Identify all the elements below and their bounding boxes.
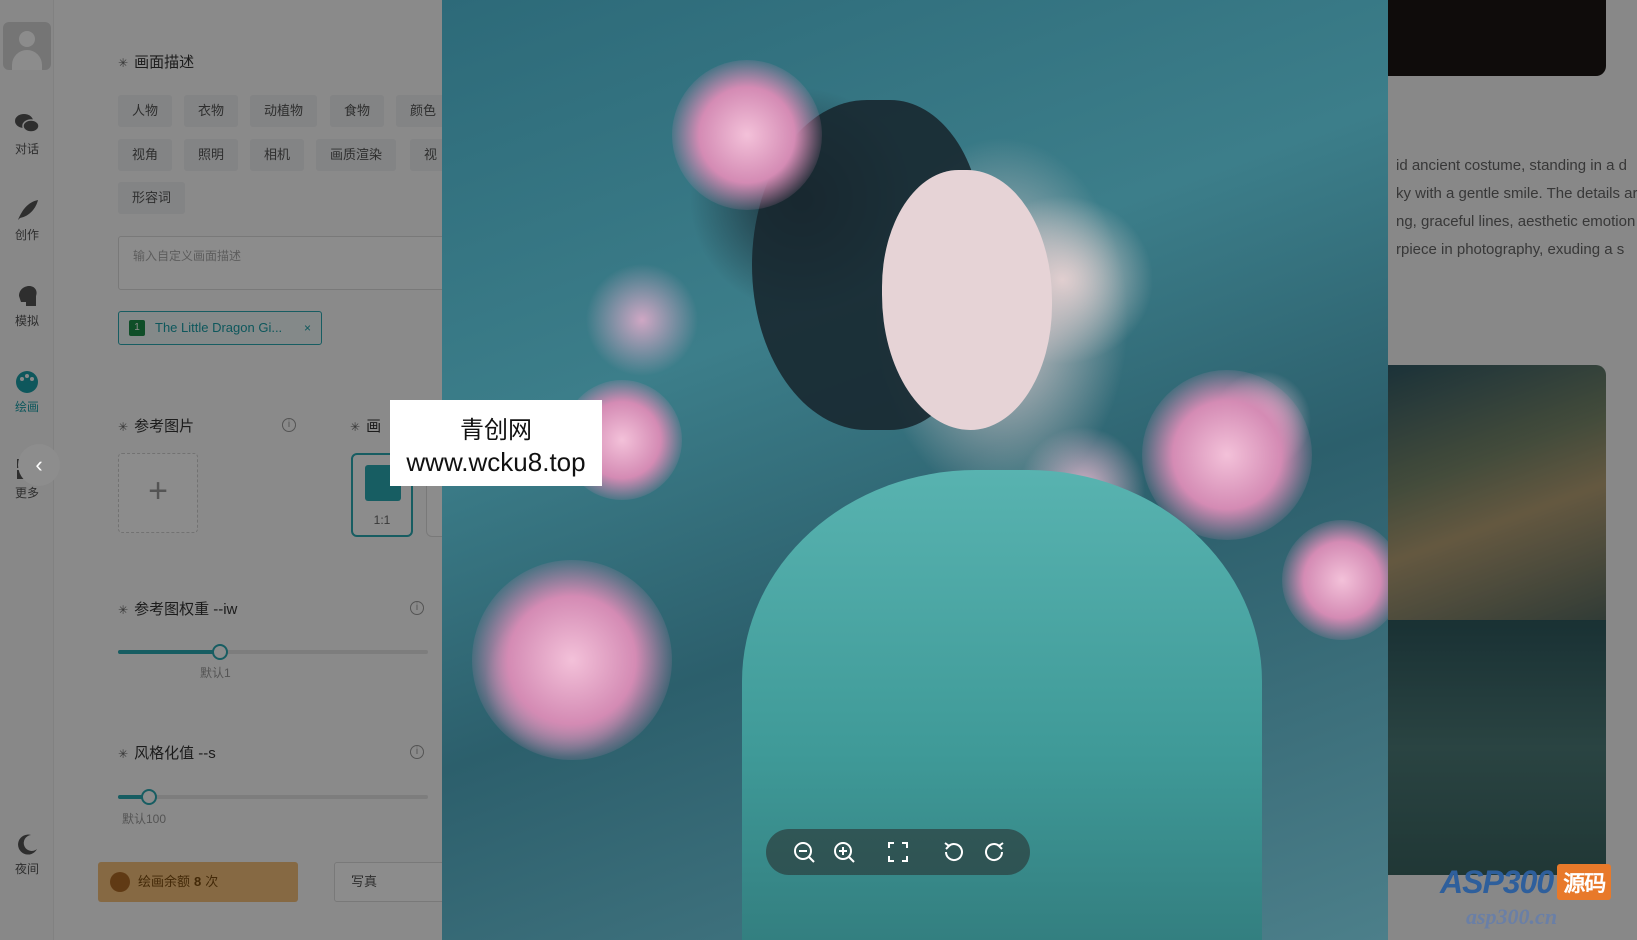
preview-toolbar bbox=[766, 829, 1030, 875]
collapse-panel-button[interactable]: ‹ bbox=[18, 444, 60, 486]
fullscreen-button[interactable] bbox=[886, 840, 910, 864]
watermark-line: 青创网 bbox=[460, 416, 532, 444]
zoom-in-button[interactable] bbox=[832, 840, 856, 864]
chevron-left-icon: ‹ bbox=[35, 452, 43, 477]
rotate-right-icon bbox=[985, 842, 1004, 861]
zoom-out-icon bbox=[794, 842, 815, 863]
watermark-line: www.wcku8.top bbox=[406, 447, 586, 477]
image-region bbox=[1282, 520, 1388, 640]
image-region bbox=[472, 560, 672, 760]
image-region bbox=[672, 60, 822, 210]
zoom-in-icon bbox=[834, 842, 855, 863]
corner-watermark-logo: ASP300 源码 bbox=[1440, 864, 1612, 901]
zoom-out-button[interactable] bbox=[792, 840, 816, 864]
corner-watermark-url: asp300.cn bbox=[1466, 904, 1558, 929]
rotate-left-icon bbox=[944, 842, 963, 861]
rotate-right-button[interactable] bbox=[982, 840, 1006, 864]
rotate-left-button[interactable] bbox=[942, 840, 966, 864]
watermark-brand: ASP300 bbox=[1440, 864, 1554, 900]
watermark-tag: 源码 bbox=[1557, 864, 1612, 900]
fullscreen-icon bbox=[888, 842, 908, 862]
image-region bbox=[882, 170, 1052, 430]
watermark-box: 青创网 www.wcku8.top bbox=[390, 400, 602, 486]
